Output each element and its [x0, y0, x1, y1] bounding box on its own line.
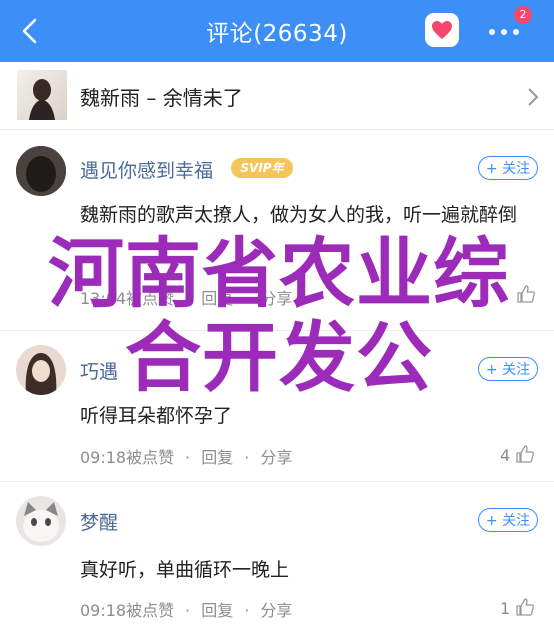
comment-text: 听得耳朵都怀孕了: [80, 405, 233, 427]
comment-item: 遇见你感到幸福 SVIP年 + 关注 魏新雨的歌声太撩人，做为女人的我，听一遍就…: [0, 130, 554, 331]
like-button[interactable]: 4: [500, 444, 535, 465]
thumbs-up-icon: [516, 598, 535, 616]
avatar[interactable]: [16, 146, 66, 196]
avatar[interactable]: [16, 345, 66, 395]
commenter-name[interactable]: 梦醒: [80, 508, 118, 535]
like-count: 1: [500, 599, 511, 618]
reply-button[interactable]: 回复: [201, 448, 233, 467]
like-button[interactable]: 1: [500, 597, 535, 618]
comment-time: 13:04被点赞: [80, 289, 175, 308]
page-title: 评论(26634): [206, 21, 348, 47]
comment-meta: 13:04被点赞 · 回复 · 分享: [80, 289, 293, 308]
heart-icon: [432, 21, 452, 39]
follow-button[interactable]: + 关注: [478, 357, 538, 381]
like-button[interactable]: [516, 284, 536, 308]
album-thumbnail: [17, 70, 67, 120]
notification-badge: 2: [514, 6, 532, 24]
song-row[interactable]: 魏新雨 – 余情未了: [0, 62, 554, 130]
comment-time: 09:18被点赞: [80, 601, 175, 620]
thumbs-up-icon: [517, 285, 535, 303]
thumbs-up-icon: [516, 445, 535, 463]
share-button[interactable]: 分享: [260, 289, 292, 308]
commenter-name[interactable]: 遇见你感到幸福: [80, 156, 213, 183]
comment-item: 梦醒 + 关注 真好听，单曲循环一晚上 09:18被点赞 · 回复 · 分享 1: [0, 482, 554, 635]
comment-meta: 09:18被点赞 · 回复 · 分享: [80, 601, 293, 620]
share-button[interactable]: 分享: [260, 601, 292, 620]
heart-button[interactable]: [425, 13, 459, 47]
share-button[interactable]: 分享: [260, 448, 292, 467]
top-bar: 评论(26634) 2: [0, 0, 554, 62]
follow-button[interactable]: + 关注: [478, 508, 538, 532]
commenter-name[interactable]: 巧遇: [80, 357, 118, 384]
avatar[interactable]: [16, 496, 66, 546]
song-title: 魏新雨 – 余情未了: [80, 86, 243, 110]
comment-time: 09:18被点赞: [80, 448, 175, 467]
vip-badge: SVIP年: [231, 158, 293, 178]
comment-text: 魏新雨的歌声太撩人，做为女人的我，听一遍就醉倒: [80, 204, 518, 226]
reply-button[interactable]: 回复: [201, 601, 233, 620]
comment-item: 巧遇 + 关注 听得耳朵都怀孕了 09:18被点赞 · 回复 · 分享 4: [0, 331, 554, 482]
like-count: 4: [500, 446, 511, 465]
comment-meta: 09:18被点赞 · 回复 · 分享: [80, 448, 293, 467]
comment-text: 真好听，单曲循环一晚上: [80, 559, 290, 581]
follow-button[interactable]: + 关注: [478, 156, 538, 180]
chevron-right-icon: [526, 86, 540, 112]
reply-button[interactable]: 回复: [201, 289, 233, 308]
